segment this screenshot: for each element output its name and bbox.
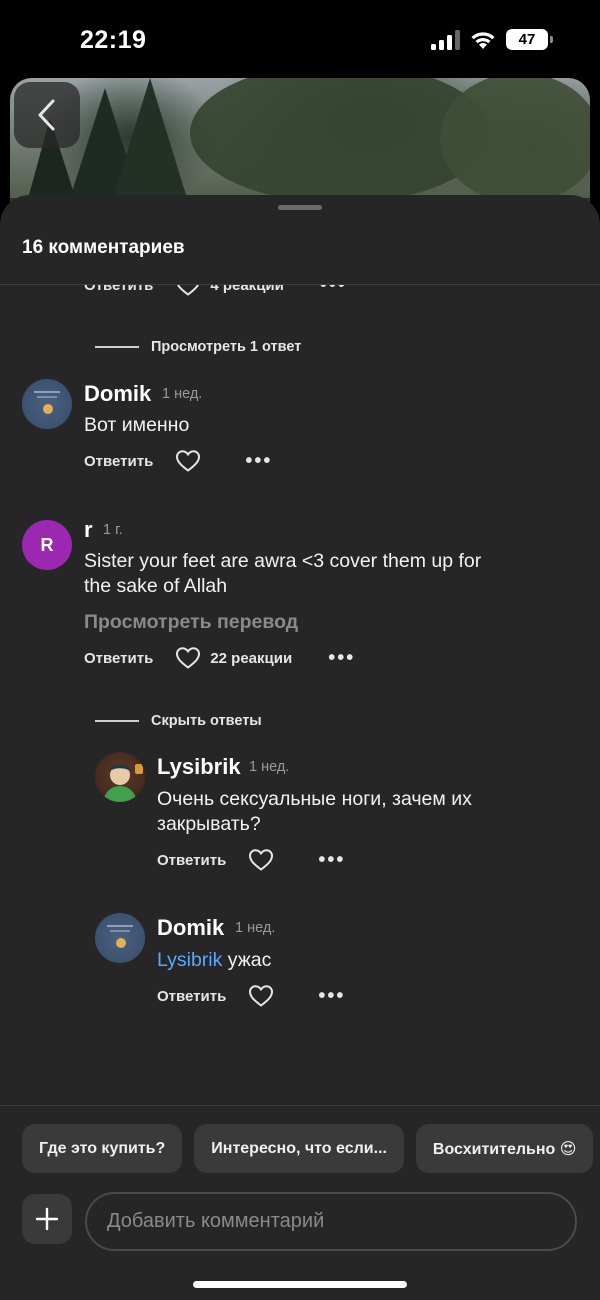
reply-text-line: Очень сексуальные ноги, зачем их — [157, 788, 472, 810]
comment-text: Вот именно — [84, 414, 190, 436]
back-button[interactable] — [14, 82, 80, 148]
wifi-icon — [471, 31, 495, 49]
comment-text-line: the sake of Allah — [84, 575, 228, 597]
comment-username[interactable]: Domik — [84, 381, 151, 407]
reply-username[interactable]: Domik — [157, 915, 224, 941]
more-options-icon[interactable]: ••• — [318, 986, 345, 1006]
avatar[interactable] — [22, 379, 72, 429]
view-translation-button[interactable]: Просмотреть перевод — [84, 611, 298, 634]
status-bar: 22:19 47 — [0, 0, 600, 78]
comment-username[interactable]: r — [84, 517, 93, 543]
avatar[interactable] — [95, 752, 145, 802]
reply-username[interactable]: Lysibrik — [157, 754, 241, 780]
status-time: 22:19 — [80, 26, 147, 54]
cellular-signal-icon — [431, 29, 460, 50]
avatar[interactable] — [95, 913, 145, 963]
mention-link[interactable]: Lysibrik — [157, 949, 222, 971]
comment-actions: Ответить 4 реакции ••• — [84, 285, 347, 297]
reply-button[interactable]: Ответить — [84, 453, 153, 470]
home-indicator[interactable] — [193, 1281, 407, 1288]
plus-icon — [35, 1207, 59, 1231]
reply-actions: Ответить ••• — [157, 984, 345, 1008]
view-replies-button[interactable]: Просмотреть 1 ответ — [95, 339, 301, 355]
heart-icon[interactable] — [175, 449, 201, 473]
reply-text-line: закрывать? — [157, 813, 261, 835]
comment-input[interactable] — [85, 1192, 577, 1251]
avatar[interactable]: R — [22, 520, 72, 570]
suggestion-chip[interactable]: Интересно, что если... — [194, 1124, 404, 1173]
replies-line — [95, 720, 139, 722]
reply-button[interactable]: Ответить — [84, 285, 153, 294]
reply-button[interactable]: Ответить — [157, 988, 226, 1005]
comment-actions: Ответить 22 реакции ••• — [84, 646, 355, 670]
divider — [0, 1105, 600, 1106]
more-options-icon[interactable]: ••• — [245, 451, 272, 471]
reply-button[interactable]: Ответить — [84, 650, 153, 667]
reply-text: Lysibrik ужас — [157, 948, 271, 973]
more-options-icon[interactable]: ••• — [318, 850, 345, 870]
hide-replies-label: Скрыть ответы — [151, 713, 262, 729]
suggestion-chip[interactable]: Где это купить? — [22, 1124, 183, 1173]
avatar-illustration — [103, 764, 143, 802]
replies-line — [95, 346, 139, 348]
heart-icon[interactable] — [175, 285, 201, 297]
chevron-left-icon — [38, 99, 55, 131]
add-media-button[interactable] — [22, 1194, 72, 1244]
battery-icon: 47 — [506, 29, 553, 50]
heart-icon[interactable] — [248, 848, 274, 872]
suggestion-chips: Где это купить? Интересно, что если... В… — [22, 1124, 594, 1173]
reply-time: 1 нед. — [235, 920, 276, 936]
hide-replies-button[interactable]: Скрыть ответы — [95, 713, 262, 729]
reactions-count[interactable]: 4 реакции — [210, 285, 284, 294]
view-replies-label: Просмотреть 1 ответ — [151, 339, 302, 355]
more-options-icon[interactable]: ••• — [320, 285, 347, 295]
comment-actions: Ответить ••• — [84, 449, 272, 473]
status-icons: 47 — [431, 29, 553, 50]
comments-list[interactable]: Ответить 4 реакции ••• Просмотреть 1 отв… — [0, 285, 600, 1105]
suggestion-chip[interactable]: Восхитительно 😍 — [415, 1124, 594, 1173]
sheet-grabber[interactable] — [278, 205, 322, 210]
more-options-icon[interactable]: ••• — [328, 648, 355, 668]
comment-time: 1 г. — [103, 522, 123, 538]
comments-count-title: 16 комментариев — [22, 237, 185, 258]
reply-actions: Ответить ••• — [157, 848, 345, 872]
reactions-count[interactable]: 22 реакции — [210, 650, 292, 667]
comment-time: 1 нед. — [162, 386, 203, 402]
heart-icon[interactable] — [175, 646, 201, 670]
avatar-letter: R — [40, 534, 54, 555]
reply-time: 1 нед. — [249, 759, 290, 775]
reply-button[interactable]: Ответить — [157, 852, 226, 869]
heart-icon[interactable] — [248, 984, 274, 1008]
battery-level: 47 — [518, 31, 536, 48]
comment-text-line: Sister your feet are awra <3 cover them … — [84, 550, 482, 572]
reply-text-body: ужас — [222, 949, 272, 971]
